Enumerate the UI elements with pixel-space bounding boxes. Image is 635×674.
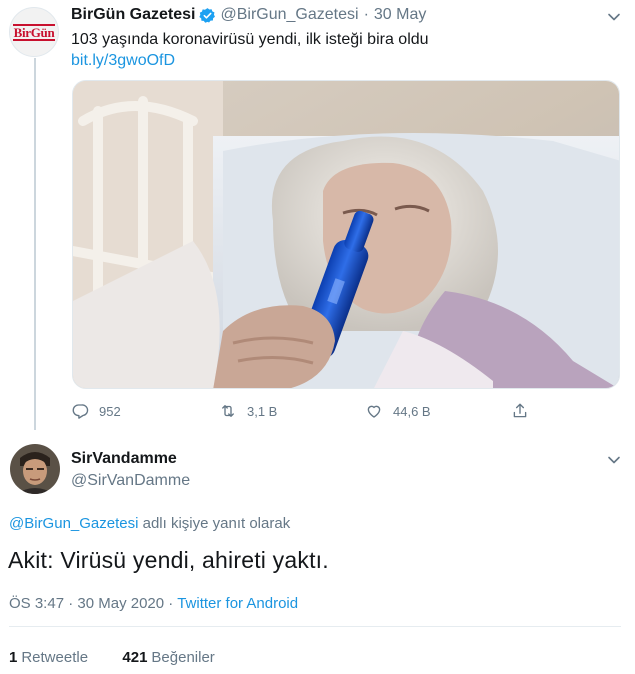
tweet-actions: 952 3,1 B 44,6 B (71, 400, 541, 422)
reply-button[interactable]: 952 (71, 402, 121, 420)
reply-context: @BirGun_Gazetesi adlı kişiye yanıt olara… (9, 515, 290, 532)
tweet-date[interactable]: 30 May 2020 (77, 595, 164, 612)
likes-count: 421 (122, 649, 148, 666)
user-handle[interactable]: @BirGun_Gazetesi (220, 6, 358, 24)
chevron-down-icon[interactable] (606, 9, 622, 25)
reply-count: 952 (99, 403, 121, 419)
reply-context-label: adlı kişiye yanıt olarak (142, 515, 291, 532)
tweet-text: 103 yaşında koronavirüsü yendi, ilk iste… (71, 31, 429, 48)
verified-badge-icon (199, 7, 216, 23)
like-count: 44,6 B (393, 403, 431, 419)
photo-illustration (73, 81, 619, 388)
avatar[interactable]: BirGün (9, 7, 59, 57)
heart-icon (367, 405, 381, 418)
tweet-meta: ÖS 3:47 · 30 May 2020 · Twitter for Andr… (9, 595, 298, 612)
divider (9, 626, 621, 627)
tweet-date[interactable]: 30 May (374, 6, 426, 24)
likes-label: Beğeniler (151, 649, 215, 666)
likes-stat[interactable]: 421 Beğeniler (122, 649, 214, 666)
tweet-photo[interactable] (72, 80, 620, 389)
tweet-stats: 1 Retweetle 421 Beğeniler (9, 649, 215, 666)
reply-icon (72, 404, 89, 419)
retweet-count: 3,1 B (247, 403, 278, 419)
retweet-icon (222, 405, 234, 417)
avatar[interactable] (10, 444, 60, 494)
share-button[interactable] (511, 402, 539, 420)
separator-dot: · (168, 595, 174, 612)
retweet-button[interactable]: 3,1 B (219, 402, 277, 420)
tweet-header: BirGün Gazetesi @BirGun_Gazetesi · 30 Ma… (71, 6, 426, 24)
retweets-stat[interactable]: 1 Retweetle (9, 649, 88, 666)
avatar-photo (10, 444, 60, 494)
share-icon (513, 403, 527, 418)
original-tweet[interactable]: BirGün BirGün Gazetesi @BirGun_Gazetesi … (0, 0, 635, 430)
birgun-logo: BirGün (12, 23, 56, 41)
tweet-link[interactable]: bit.ly/3gwoOfD (71, 52, 175, 70)
retweets-label: Retweetle (21, 649, 89, 666)
reply-mention-link[interactable]: @BirGun_Gazetesi (9, 515, 138, 532)
user-handle[interactable]: @SirVanDamme (71, 472, 190, 490)
chevron-down-icon[interactable] (606, 452, 622, 468)
separator-dot: · (363, 6, 369, 23)
like-button[interactable]: 44,6 B (365, 402, 431, 420)
display-name[interactable]: SirVandamme (71, 450, 177, 468)
display-name[interactable]: BirGün Gazetesi (71, 6, 195, 24)
tweet-time[interactable]: ÖS 3:47 (9, 595, 64, 612)
reply-tweet[interactable]: SirVandamme @SirVanDamme @BirGun_Gazetes… (0, 436, 635, 674)
retweets-count: 1 (9, 649, 18, 666)
tweet-text: Akit: Virüsü yendi, ahireti yaktı. (8, 547, 329, 573)
separator-dot: · (68, 595, 74, 612)
tweet-source-link[interactable]: Twitter for Android (177, 595, 298, 612)
